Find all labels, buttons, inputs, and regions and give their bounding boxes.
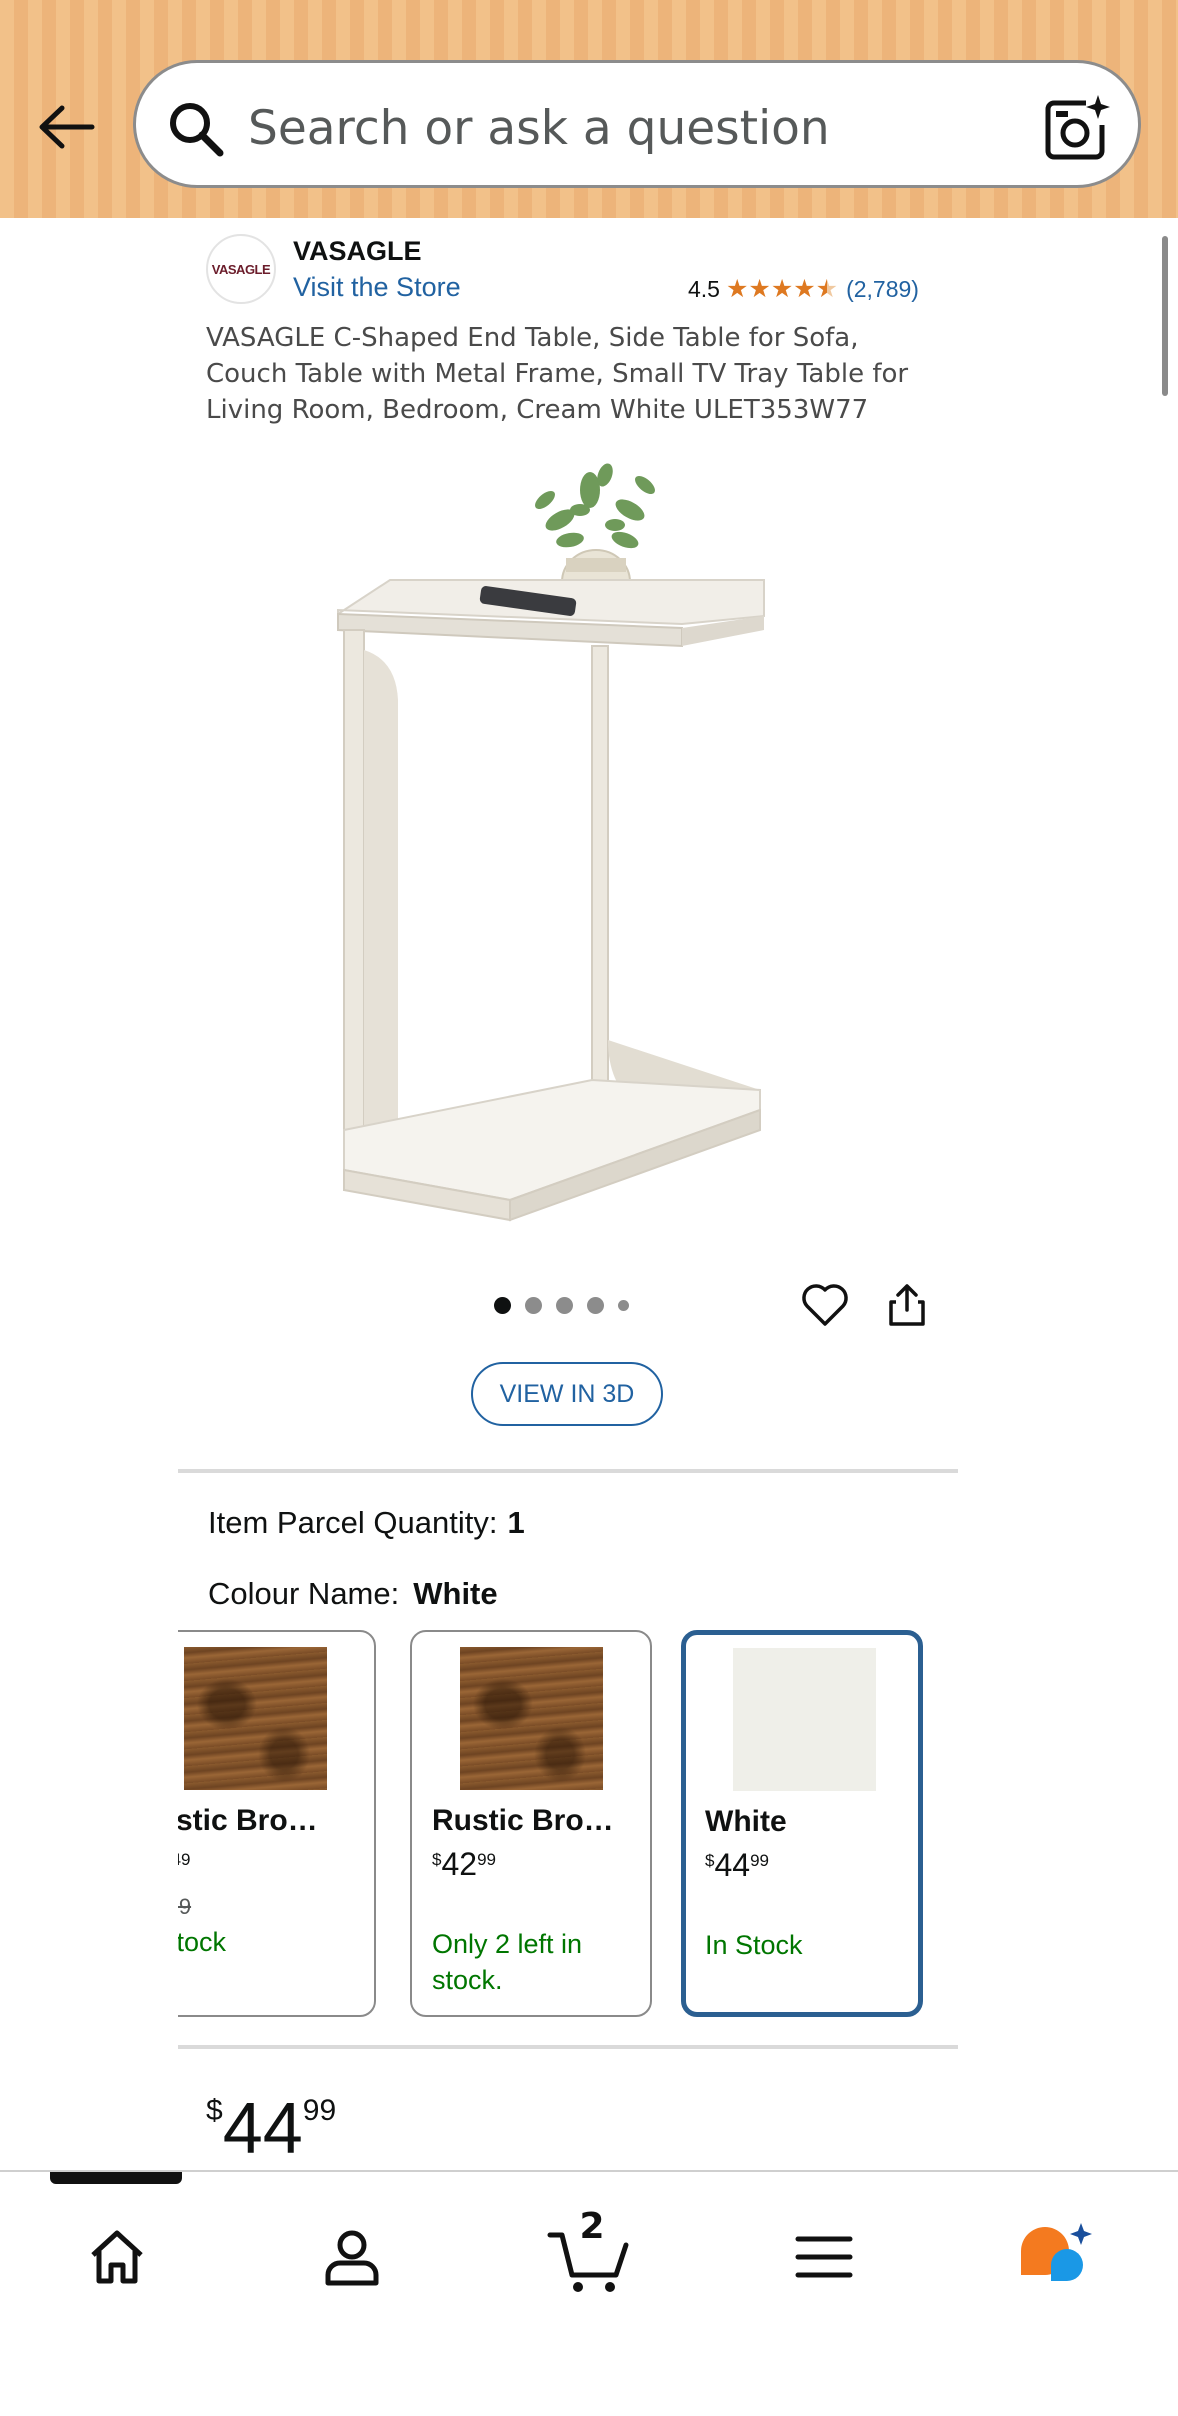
- variant-card-white[interactable]: White $4499 In Stock: [681, 1630, 923, 2017]
- product-page: Search or ask a question VASAGLE VASAGLE…: [0, 0, 1178, 2416]
- half-star-icon: ★: [815, 274, 839, 303]
- divider: [178, 1469, 958, 1473]
- price-whole: 44: [222, 2089, 303, 2169]
- nav-rufus[interactable]: [1012, 2212, 1102, 2302]
- nav-home[interactable]: [72, 2212, 162, 2302]
- visit-store-link[interactable]: Visit the Store: [293, 272, 461, 303]
- rating-summary[interactable]: 4.5 ★ ★ ★ ★ ★ (2,789): [688, 274, 919, 304]
- view-in-3d-button[interactable]: VIEW IN 3D: [471, 1362, 663, 1426]
- account-icon: [325, 2230, 379, 2286]
- variant-name: Rustic Bro…: [432, 1804, 614, 1837]
- colour-name: Colour Name: White: [208, 1576, 498, 1612]
- nav-menu[interactable]: [779, 2212, 869, 2302]
- nav-account[interactable]: [307, 2212, 397, 2302]
- variant-price: $4299: [432, 1846, 496, 1882]
- home-icon: [91, 2230, 143, 2284]
- star-icon: ★: [748, 274, 771, 303]
- variant-swatch: [184, 1647, 327, 1790]
- parcel-quantity-label: Item Parcel Quantity:: [208, 1505, 498, 1540]
- colour-variant-list[interactable]: Rustic Bro… 5949 59.99 n Stock Rustic Br…: [178, 1630, 958, 2020]
- carousel-dot[interactable]: [587, 1297, 604, 1314]
- price-fraction: 99: [302, 2094, 337, 2127]
- colour-name-value: White: [413, 1576, 498, 1611]
- search-input[interactable]: Search or ask a question: [133, 60, 1141, 188]
- rating-count: (2,789): [846, 275, 919, 302]
- carousel-dot[interactable]: [556, 1297, 573, 1314]
- back-arrow-icon: [39, 105, 95, 149]
- star-icon: ★: [793, 274, 816, 303]
- camera-icon[interactable]: [1042, 93, 1112, 163]
- share-icon[interactable]: [882, 1280, 932, 1330]
- brand-name: VASAGLE: [293, 236, 422, 266]
- top-header: Search or ask a question: [0, 0, 1178, 218]
- variant-list-price: 59.99: [178, 1894, 192, 1919]
- star-rating: ★ ★ ★ ★ ★: [725, 274, 839, 303]
- bottom-navigation: 2: [0, 2170, 1178, 2416]
- variant-swatch: [733, 1648, 876, 1791]
- carousel-dot[interactable]: [618, 1300, 629, 1311]
- active-tab-indicator: [50, 2172, 182, 2184]
- product-price: $4499: [206, 2088, 336, 2170]
- parcel-quantity-value: 1: [507, 1505, 525, 1540]
- star-icon: ★: [725, 274, 749, 303]
- cart-count-badge: 2: [579, 2206, 605, 2247]
- divider: [178, 2045, 958, 2049]
- variant-swatch: [460, 1647, 603, 1790]
- variant-price: $4499: [705, 1847, 769, 1883]
- variant-name: Rustic Bro…: [178, 1804, 318, 1837]
- variant-name: White: [705, 1805, 787, 1838]
- carousel-dot[interactable]: [494, 1297, 511, 1314]
- image-carousel-dots[interactable]: [494, 1297, 629, 1314]
- search-icon: [170, 103, 224, 157]
- back-button[interactable]: [28, 92, 104, 162]
- brand-logo[interactable]: VASAGLE: [206, 234, 276, 304]
- variant-card-rustic-brown-2[interactable]: Rustic Bro… $4299 Only 2 left in stock.: [410, 1630, 652, 2017]
- scrollbar[interactable]: [1162, 236, 1168, 396]
- search-placeholder: Search or ask a question: [248, 101, 830, 156]
- variant-stock: In Stock: [705, 1930, 803, 1960]
- rufus-assistant-icon: [1021, 2223, 1092, 2281]
- menu-icon: [795, 2236, 853, 2278]
- variant-price: 5949: [178, 1850, 191, 1869]
- variant-stock: n Stock: [178, 1927, 227, 1957]
- product-title: VASAGLE C-Shaped End Table, Side Table f…: [206, 323, 909, 425]
- nav-cart[interactable]: 2: [543, 2206, 633, 2302]
- variant-stock: Only 2 left in stock.: [432, 1929, 583, 1995]
- brand-logo-text: VASAGLE: [211, 261, 271, 277]
- variant-card-rustic-brown-1[interactable]: Rustic Bro… 5949 59.99 n Stock: [178, 1630, 376, 2017]
- colour-name-label: Colour Name:: [208, 1576, 400, 1611]
- star-icon: ★: [770, 274, 794, 303]
- carousel-dot[interactable]: [525, 1297, 542, 1314]
- wishlist-heart-icon[interactable]: [800, 1280, 850, 1330]
- rating-value: 4.5: [688, 275, 720, 302]
- parcel-quantity: Item Parcel Quantity: 1: [208, 1505, 525, 1541]
- product-image[interactable]: [330, 440, 810, 1230]
- price-currency: $: [206, 2094, 223, 2127]
